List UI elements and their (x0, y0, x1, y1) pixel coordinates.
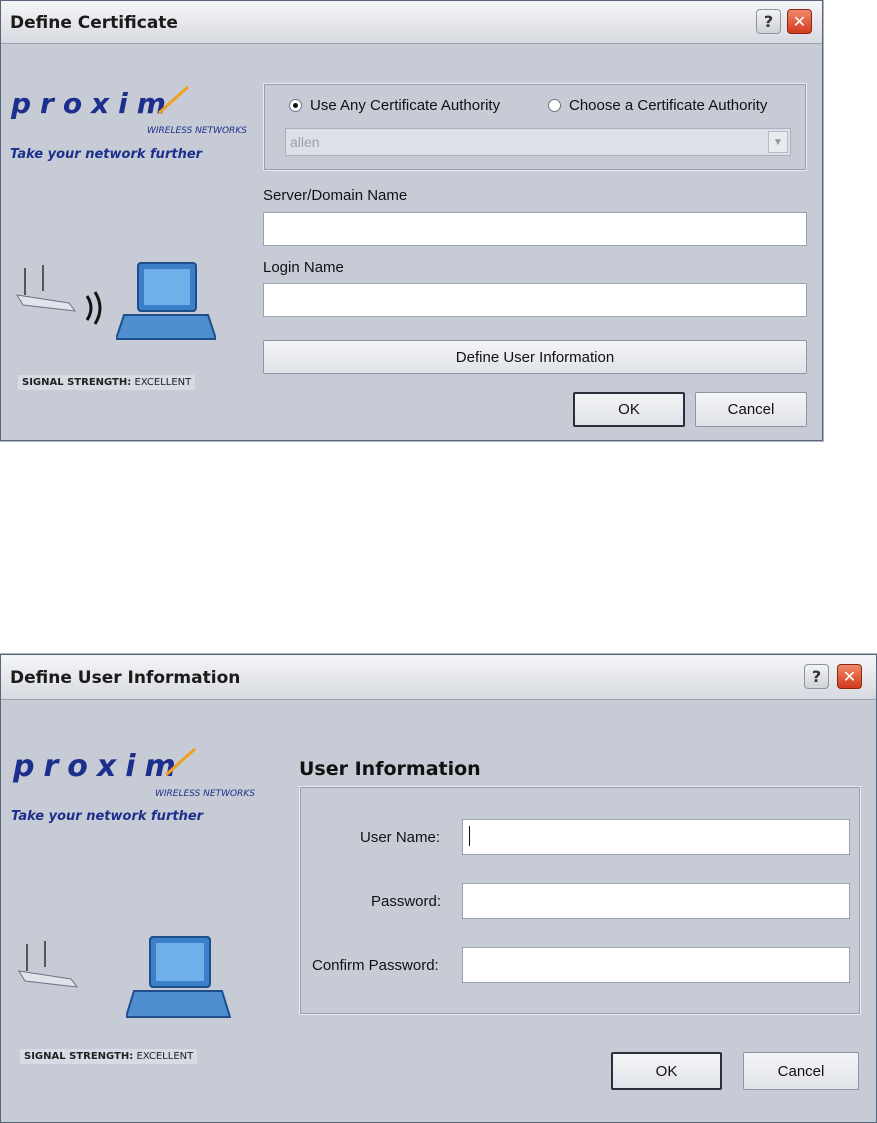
certificate-authority-value: allen (290, 134, 320, 150)
server-domain-input[interactable] (263, 212, 807, 246)
dialog-title: Define Certificate (10, 13, 178, 33)
radio-button-icon[interactable] (289, 99, 302, 112)
password-label: Password: (371, 893, 442, 910)
close-icon[interactable]: ✕ (837, 664, 862, 689)
proxim-logo: proxim WIRELESS NETWORKS Take your netwo… (9, 81, 249, 171)
user-name-label: User Name: (360, 829, 441, 846)
login-name-label: Login Name (263, 259, 344, 276)
laptop-icon (116, 262, 216, 340)
confirm-password-input[interactable] (462, 947, 850, 983)
close-icon[interactable]: ✕ (787, 9, 812, 34)
logo-swoosh-icon (164, 747, 196, 777)
dropdown-arrow-icon[interactable]: ▼ (768, 131, 788, 153)
title-bar[interactable]: Define Certificate ? ✕ (1, 1, 822, 44)
cancel-button[interactable]: Cancel (695, 392, 807, 427)
certificate-authority-select[interactable]: allen ▼ (285, 128, 791, 156)
logo-wordmark: proxim (13, 749, 185, 784)
signal-strength: SIGNAL STRENGTH: EXCELLENT (18, 375, 196, 390)
define-user-information-button[interactable]: Define User Information (263, 340, 807, 374)
user-name-input[interactable] (462, 819, 850, 855)
radio-choose-ca[interactable]: Choose a Certificate Authority (548, 97, 767, 114)
logo-swoosh-icon (157, 85, 189, 115)
logo-subtitle: WIRELESS NETWORKS (155, 789, 255, 799)
confirm-password-label: Confirm Password: (312, 957, 439, 974)
logo-wordmark: proxim (11, 87, 175, 120)
login-name-input[interactable] (263, 283, 807, 317)
signal-strength-label: SIGNAL STRENGTH: (24, 1051, 134, 1062)
radio-use-any-ca-label: Use Any Certificate Authority (310, 97, 501, 114)
radio-button-icon[interactable] (548, 99, 561, 112)
password-input[interactable] (462, 883, 850, 919)
dialog-title: Define User Information (10, 668, 241, 688)
cancel-button[interactable]: Cancel (743, 1052, 859, 1090)
help-icon[interactable]: ? (756, 9, 781, 34)
radio-choose-ca-label: Choose a Certificate Authority (569, 97, 768, 114)
logo-tagline: Take your network further (10, 147, 203, 162)
user-information-heading: User Information (299, 758, 481, 780)
define-user-information-dialog: Define User Information ? ✕ proxim WIREL… (0, 654, 877, 1123)
logo-tagline: Take your network further (11, 809, 204, 824)
help-icon[interactable]: ? (804, 664, 829, 689)
ok-button[interactable]: OK (573, 392, 685, 427)
radio-use-any-ca[interactable]: Use Any Certificate Authority (289, 97, 500, 114)
define-certificate-dialog: Define Certificate ? ✕ proxim WIRELESS N… (0, 0, 823, 441)
signal-strength-value: EXCELLENT (136, 1051, 194, 1062)
ok-button[interactable]: OK (611, 1052, 722, 1090)
laptop-icon (126, 936, 231, 1018)
signal-waves-icon (85, 291, 102, 325)
server-domain-label: Server/Domain Name (263, 187, 408, 204)
text-cursor (469, 826, 470, 846)
router-icon (18, 941, 79, 988)
proxim-logo: proxim WIRELESS NETWORKS Take your netwo… (11, 743, 261, 833)
signal-strength: SIGNAL STRENGTH: EXCELLENT (20, 1049, 198, 1064)
signal-strength-value: EXCELLENT (134, 377, 192, 388)
title-bar[interactable]: Define User Information ? ✕ (1, 655, 876, 700)
logo-subtitle: WIRELESS NETWORKS (147, 126, 247, 136)
router-icon (16, 265, 77, 312)
signal-strength-label: SIGNAL STRENGTH: (22, 377, 132, 388)
